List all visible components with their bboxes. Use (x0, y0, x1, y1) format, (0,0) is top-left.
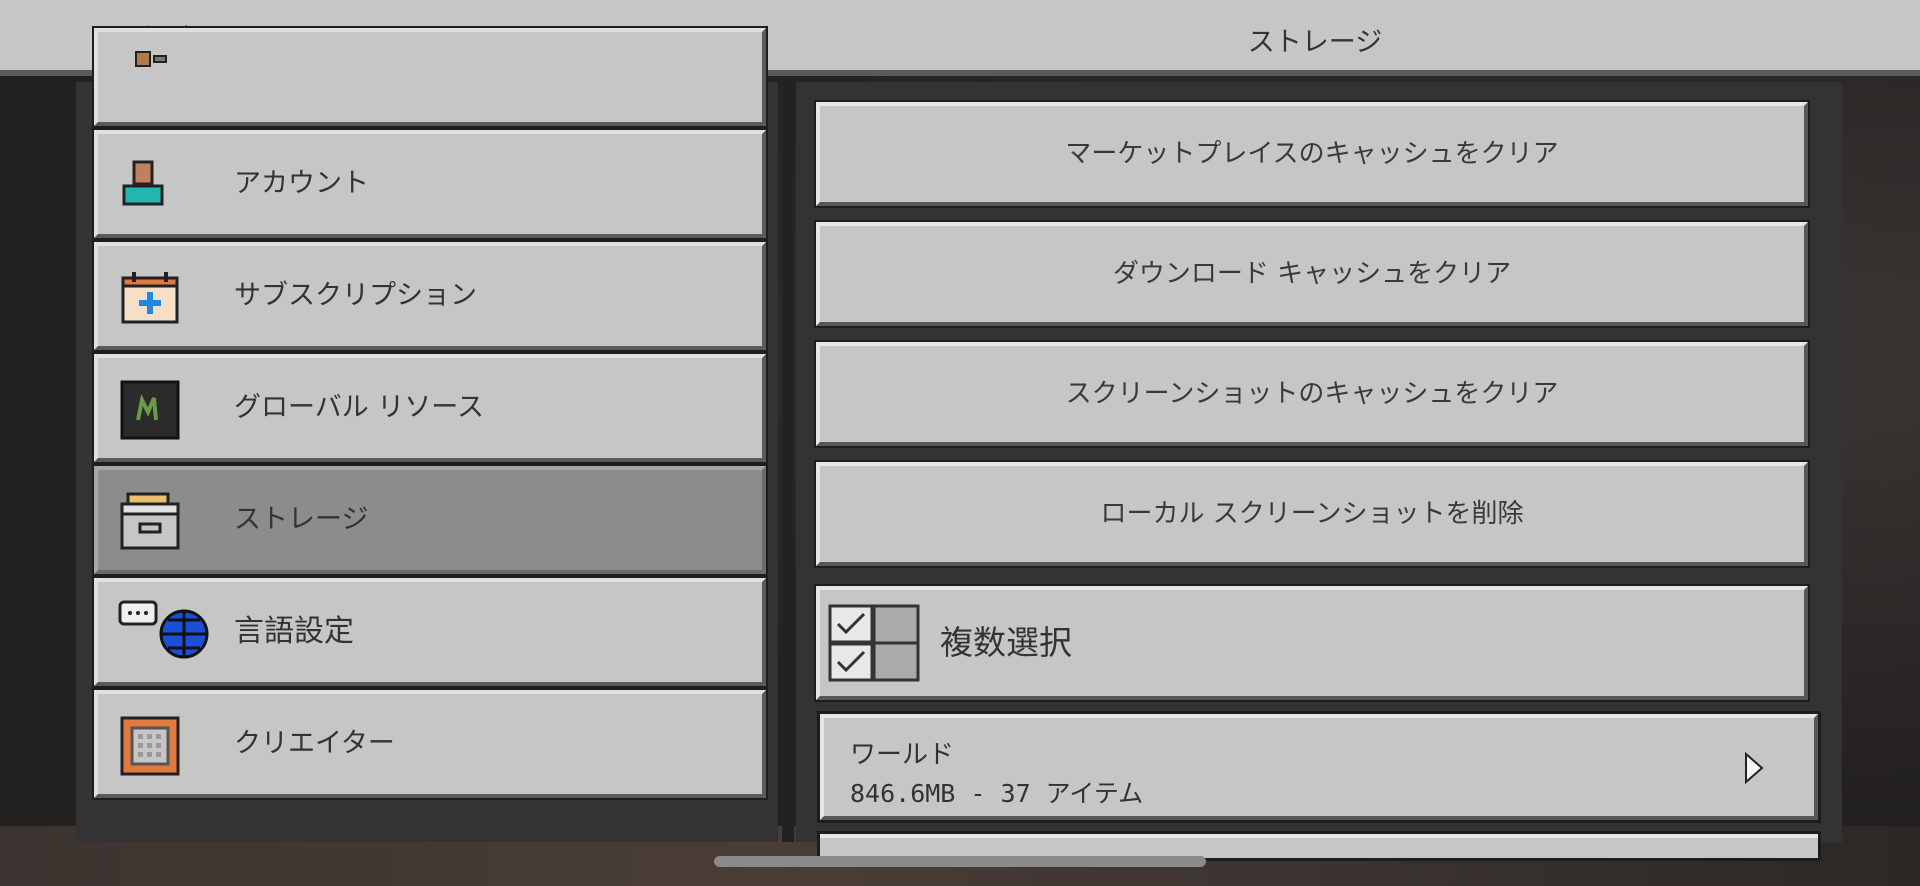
clear-screenshot-cache-button[interactable]: スクリーンショットのキャッシュをクリア (814, 340, 1810, 448)
clear-marketplace-cache-button[interactable]: マーケットプレイスのキャッシュをクリア (814, 100, 1810, 208)
storage-item-title: ワールド (850, 740, 955, 770)
subscription-icon (121, 272, 179, 324)
storage-item-detail: 846.6MB - 37 アイテム (850, 779, 1144, 808)
sidebar-item-label: クリエイター (234, 728, 395, 759)
chevron-right-icon (1745, 752, 1764, 784)
delete-local-screenshots-button[interactable]: ローカル スクリーンショットを削除 (814, 460, 1810, 568)
sidebar-item-profile[interactable] (92, 26, 768, 128)
creator-icon (120, 716, 180, 776)
sidebar-item-label: サブスクリプション (234, 280, 477, 311)
global-resources-icon (120, 380, 180, 440)
storage-item-worlds[interactable]: ワールド 846.6MB - 37 アイテム (817, 711, 1821, 823)
sidebar-item-subscription[interactable]: サブスクリプション (92, 240, 768, 352)
home-indicator[interactable] (714, 856, 1206, 867)
profile-icon (135, 51, 167, 67)
sidebar-item-label: 言語設定 (234, 614, 354, 649)
sidebar-scrollbar[interactable] (782, 82, 794, 842)
language-icon (118, 600, 209, 659)
sidebar-item-storage[interactable]: ストレージ (92, 464, 768, 576)
clear-download-cache-button[interactable]: ダウンロード キャッシュをクリア (814, 220, 1810, 328)
page-title: ストレージ (1247, 27, 1383, 58)
sidebar-item-label: ストレージ (234, 504, 369, 535)
storage-icon (120, 492, 180, 550)
sidebar-item-label: グローバル リソース (234, 392, 484, 423)
sidebar-item-language[interactable]: 言語設定 (92, 576, 768, 688)
sidebar-item-global-resources[interactable]: グローバル リソース (92, 352, 768, 464)
sidebar-item-creator[interactable]: クリエイター (92, 688, 768, 800)
account-icon (122, 160, 164, 206)
storage-item-next[interactable] (817, 831, 1821, 861)
multi-select-checkbox-icon (828, 604, 920, 682)
sidebar-item-account[interactable]: アカウント (92, 128, 768, 240)
sidebar-item-label: アカウント (234, 168, 369, 199)
multi-select-toggle[interactable]: 複数選択 (814, 584, 1810, 702)
multi-select-label: 複数選択 (940, 623, 1072, 662)
